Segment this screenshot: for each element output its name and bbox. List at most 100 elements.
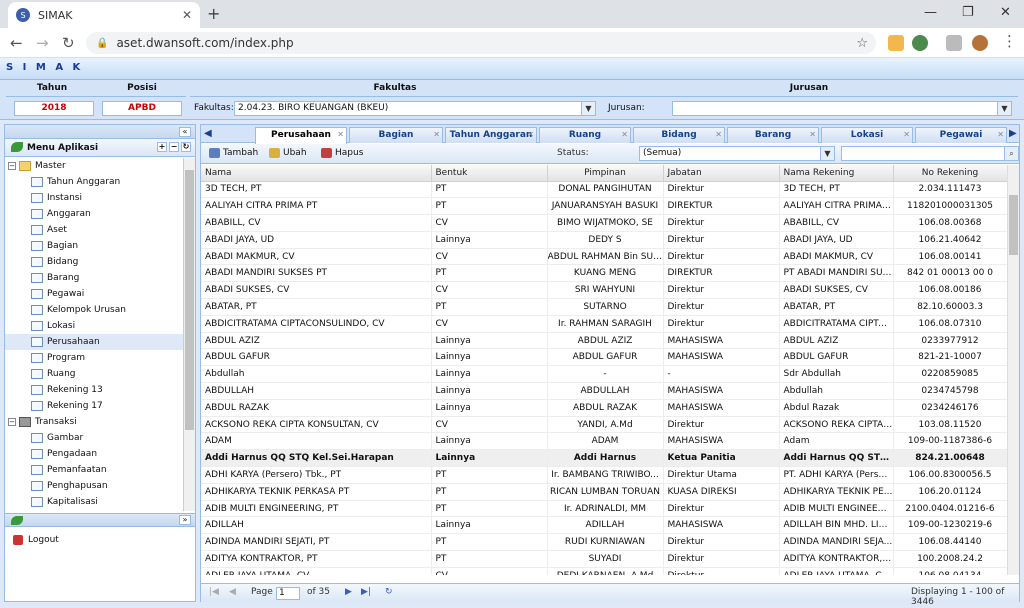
column-header[interactable]: Nama Rekening xyxy=(779,165,894,182)
tab-bidang[interactable]: Bidang ✕ xyxy=(633,127,725,143)
table-row[interactable]: ABATAR, PT PT SUTARNO Direktur ABATAR, PT 82.… xyxy=(201,298,1007,316)
sidebar-item-tahun-anggaran[interactable]: Tahun Anggaran xyxy=(5,174,183,190)
menu-icon[interactable]: ⋮ xyxy=(1002,32,1017,50)
minimize-icon[interactable]: — xyxy=(924,5,937,20)
close-tab-icon[interactable]: ✕ xyxy=(527,128,534,142)
sidebar-item-bagian[interactable]: Bagian xyxy=(5,238,183,254)
back-icon[interactable]: ← xyxy=(10,34,23,52)
tab-ruang[interactable]: Ruang ✕ xyxy=(539,127,631,143)
sidebar-scrollbar[interactable] xyxy=(183,158,195,511)
window-close-icon[interactable]: ✕ xyxy=(1000,5,1011,20)
last-page-icon[interactable]: ▶| xyxy=(361,587,371,597)
sidebar-item-instansi[interactable]: Instansi xyxy=(5,190,183,206)
avatar[interactable] xyxy=(972,35,988,51)
new-tab-icon[interactable]: + xyxy=(207,4,220,23)
tab-scroll-right-icon[interactable]: ▶ xyxy=(1009,128,1017,139)
bookmark-star-icon[interactable]: ☆ xyxy=(856,36,868,51)
logout-button[interactable]: Logout xyxy=(13,535,59,545)
refresh-icon[interactable]: ↻ xyxy=(181,142,191,152)
table-row[interactable]: ABADI MAKMUR, CV CV ABDUL RAHMAN Bin SUL..… xyxy=(201,248,1007,266)
refresh-icon[interactable]: ↻ xyxy=(385,587,393,597)
table-row[interactable]: ADITYA KONTRAKTOR, PT PT SUYADI Direktur ADI… xyxy=(201,550,1007,568)
tab-barang[interactable]: Barang ✕ xyxy=(727,127,819,143)
close-tab-icon[interactable]: ✕ xyxy=(182,8,192,22)
sidebar-item-rekening-13[interactable]: Rekening 13 xyxy=(5,382,183,398)
expand-panel-icon[interactable]: » xyxy=(179,515,191,525)
search-icon[interactable]: ⌕ xyxy=(1004,147,1018,160)
column-header[interactable]: Jabatan xyxy=(663,165,780,182)
sidebar-item-rekening-17[interactable]: Rekening 17 xyxy=(5,398,183,414)
sidebar-item-lokasi[interactable]: Lokasi xyxy=(5,318,183,334)
sidebar-item-program[interactable]: Program xyxy=(5,350,183,366)
table-row[interactable]: ADILLAH Lainnya ADILLAH MAHASISWA ADILLAH BI… xyxy=(201,516,1007,535)
sidebar-item-pemanfaatan[interactable]: Pemanfaatan xyxy=(5,462,183,478)
close-tab-icon[interactable]: ✕ xyxy=(809,128,816,142)
sidebar-item-aset[interactable]: Aset xyxy=(5,222,183,238)
tab-scroll-left-icon[interactable]: ◀ xyxy=(204,128,212,139)
prev-page-icon[interactable]: ◀ xyxy=(229,587,236,597)
sidebar-item-ruang[interactable]: Ruang xyxy=(5,366,183,382)
table-row[interactable]: ADAM Lainnya ADAM MAHASISWA Adam 109-00-11873… xyxy=(201,432,1007,451)
column-header[interactable]: Bentuk xyxy=(431,165,548,182)
tambah-button[interactable]: Tambah xyxy=(209,148,258,158)
column-header[interactable]: Pimpinan xyxy=(547,165,664,182)
close-tab-icon[interactable]: ✕ xyxy=(337,128,344,142)
tree-toggle-icon[interactable]: − xyxy=(8,162,16,170)
table-row[interactable]: ABDUL AZIZ Lainnya ABDUL AZIZ MAHASISWA ABDU… xyxy=(201,332,1007,350)
status-select[interactable]: (Semua) ▼ xyxy=(639,146,835,161)
table-row[interactable]: ADHIKARYA TEKNIK PERKASA PT PT RICAN LUMBA… xyxy=(201,483,1007,501)
table-row[interactable]: ADHI KARYA (Persero) Tbk., PT PT Ir. BAMBA… xyxy=(201,466,1007,484)
sidebar-item-kapitalisasi[interactable]: Kapitalisasi xyxy=(5,494,183,510)
first-page-icon[interactable]: |◀ xyxy=(209,587,219,597)
table-row[interactable]: ABADI JAYA, UD Lainnya DEDY S Direktur ABADI… xyxy=(201,231,1007,249)
next-page-icon[interactable]: ▶ xyxy=(345,587,352,597)
fakultas-select[interactable]: 2.04.23. BIRO KEUANGAN (BKEU) ▼ xyxy=(234,101,596,116)
close-tab-icon[interactable]: ✕ xyxy=(903,128,910,142)
table-row[interactable]: ADIB MULTI ENGINEERING, PT PT Ir. ADRINALD… xyxy=(201,500,1007,518)
table-row[interactable]: AALIYAH CITRA PRIMA PT PT JANUARANSYAH BAS… xyxy=(201,197,1007,216)
address-bar[interactable]: 🔒 aset.dwansoft.com/index.php ☆ xyxy=(86,32,876,54)
ubah-button[interactable]: Ubah xyxy=(269,148,307,158)
column-header[interactable]: No Rekening xyxy=(893,165,1007,182)
extension-icon[interactable] xyxy=(912,35,928,51)
table-row[interactable]: ADINDA MANDIRI SEJATI, PT PT RUDI KURNIAWA… xyxy=(201,533,1007,552)
table-row[interactable]: ABDUL RAZAK Lainnya ABDUL RAZAK MAHASISWA Ab… xyxy=(201,399,1007,417)
extension-icon[interactable] xyxy=(888,35,904,51)
jurusan-select[interactable]: ▼ xyxy=(672,101,1012,116)
restore-icon[interactable]: ❐ xyxy=(962,5,974,20)
table-row[interactable]: Abdullah Lainnya - - Sdr Abdullah 0220859085 xyxy=(201,365,1007,384)
sidebar-item-pegawai[interactable]: Pegawai xyxy=(5,286,183,302)
table-row[interactable]: ABDICITRATAMA CIPTACONSULINDO, CV CV Ir. R… xyxy=(201,315,1007,333)
sidebar-item-master[interactable]: − Master xyxy=(5,158,183,174)
sidebar-item-penghapusan[interactable]: Penghapusan xyxy=(5,478,183,494)
sidebar-item-perusahaan[interactable]: Perusahaan xyxy=(5,334,183,350)
close-tab-icon[interactable]: ✕ xyxy=(997,128,1004,142)
sidebar-item-kdp[interactable]: KDP xyxy=(5,510,183,511)
chevron-down-icon[interactable]: ▼ xyxy=(581,102,595,115)
collapse-all-icon[interactable]: − xyxy=(169,142,179,152)
sidebar-item-pengadaan[interactable]: Pengadaan xyxy=(5,446,183,462)
reload-icon[interactable]: ↻ xyxy=(62,34,75,52)
sidebar-item-anggaran[interactable]: Anggaran xyxy=(5,206,183,222)
sidebar-item-transaksi[interactable]: − Transaksi xyxy=(5,414,183,430)
table-row[interactable]: ABADI SUKSES, CV CV SRI WAHYUNI Direktur ABA… xyxy=(201,281,1007,300)
table-row[interactable]: ABDUL GAFUR Lainnya ABDUL GAFUR MAHASISWA AB… xyxy=(201,348,1007,367)
hapus-button[interactable]: Hapus xyxy=(321,148,363,158)
posisi-value[interactable]: APBD xyxy=(102,101,182,116)
chevron-down-icon[interactable]: ▼ xyxy=(997,102,1011,115)
table-row[interactable]: ACKSONO REKA CIPTA KONSULTAN, CV CV YANDI,… xyxy=(201,416,1007,434)
column-header[interactable]: Nama xyxy=(201,165,432,182)
sidebar-item-kelompok-urusan[interactable]: Kelompok Urusan xyxy=(5,302,183,318)
table-row[interactable]: 3D TECH, PT PT DONAL PANGIHUTAN Direktur 3D … xyxy=(201,181,1007,199)
sidebar-item-gambar[interactable]: Gambar xyxy=(5,430,183,446)
tab-tahun-anggaran[interactable]: Tahun Anggaran ✕ xyxy=(445,127,537,143)
grid-scrollbar[interactable] xyxy=(1007,165,1019,575)
tab-perusahaan[interactable]: Perusahaan ✕ xyxy=(255,127,347,144)
tree-toggle-icon[interactable]: − xyxy=(8,418,16,426)
table-row[interactable]: ABADI MANDIRI SUKSES PT PT KUANG MENG DIREK… xyxy=(201,264,1007,283)
table-row[interactable]: Addi Harnus QQ STQ Kel.Sei.Harapan Lainny… xyxy=(201,449,1007,468)
search-input[interactable]: ⌕ xyxy=(841,146,1019,161)
forward-icon[interactable]: → xyxy=(36,34,49,52)
page-number-input[interactable]: 1 xyxy=(276,587,300,600)
sidebar-item-barang[interactable]: Barang xyxy=(5,270,183,286)
